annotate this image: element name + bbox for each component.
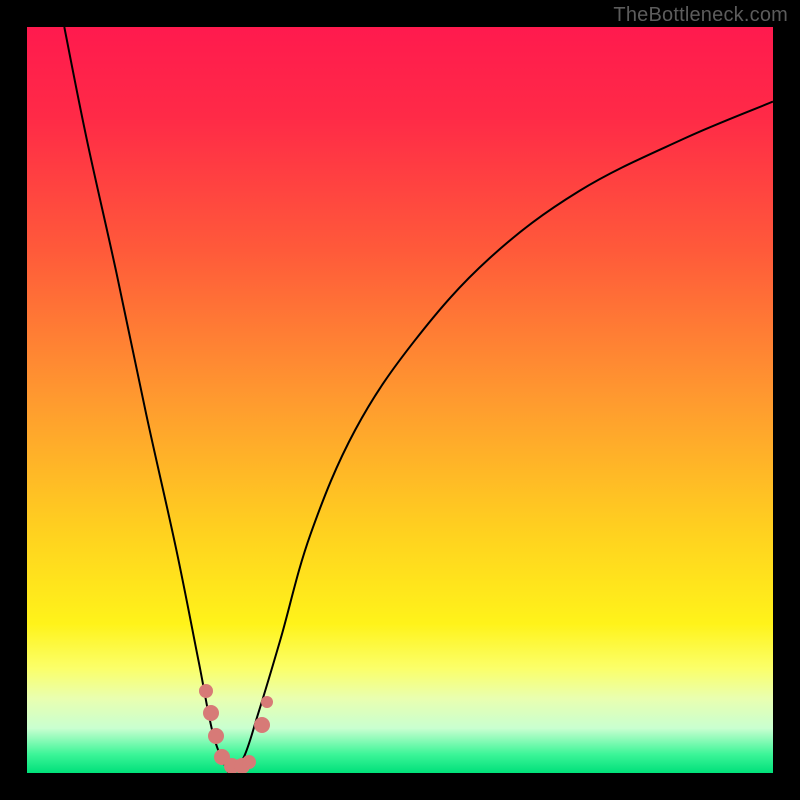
- bottleneck-curve: [27, 27, 773, 773]
- curve-marker: [261, 696, 273, 708]
- watermark-text: TheBottleneck.com: [613, 4, 788, 27]
- curve-marker: [208, 728, 224, 744]
- curve-marker: [199, 684, 213, 698]
- curve-marker: [242, 755, 256, 769]
- plot-area: [27, 27, 773, 773]
- curve-marker: [203, 705, 219, 721]
- curve-marker: [254, 717, 270, 733]
- chart-frame: TheBottleneck.com: [0, 0, 800, 800]
